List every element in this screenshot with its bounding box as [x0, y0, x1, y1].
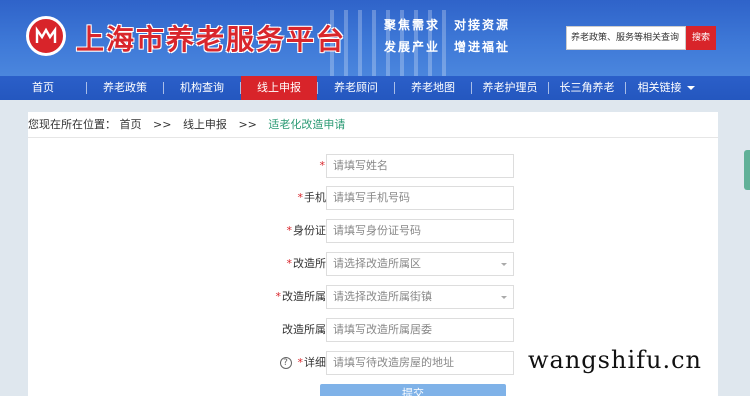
- site-title[interactable]: 上海市养老服务平台: [76, 18, 346, 58]
- name-input[interactable]: 请填写姓名: [326, 154, 514, 178]
- nav-item-policy[interactable]: 养老政策: [87, 76, 163, 100]
- street-select[interactable]: 请选择改造所属街镇: [326, 285, 514, 309]
- site-logo[interactable]: [26, 16, 66, 56]
- required-mark: *: [286, 224, 293, 237]
- nav-item-institutions[interactable]: 机构查询: [164, 76, 240, 100]
- breadcrumb-separator: >>: [238, 118, 257, 131]
- form-row-street: *改造所属街镇 请选择改造所属街镇: [28, 285, 718, 309]
- district-select[interactable]: 请选择改造所属区: [326, 252, 514, 276]
- breadcrumb-prefix: 您现在所在位置：: [28, 118, 116, 131]
- form-row-committee: 改造所属居委 请填写改造所属居委: [28, 318, 718, 342]
- main-nav: 首页 养老政策 机构查询 线上申报 养老顾问 养老地图 养老护理员 长三角养老 …: [0, 76, 750, 100]
- submit-button[interactable]: 提交: [320, 384, 506, 396]
- slogan-line-2: 发展产业 增进福祉: [384, 40, 511, 54]
- required-mark: *: [275, 290, 282, 303]
- required-mark: *: [297, 356, 304, 369]
- street-select-value: 请选择改造所属街镇: [333, 290, 432, 303]
- nav-item-advisor[interactable]: 养老顾问: [318, 76, 394, 100]
- nav-item-yangtze-delta[interactable]: 长三角养老: [549, 76, 625, 100]
- nav-item-related-links[interactable]: 相关链接: [626, 76, 706, 100]
- committee-input[interactable]: 请填写改造所属居委: [326, 318, 514, 342]
- logo-emblem-icon: [35, 26, 57, 43]
- address-input[interactable]: 请填写待改造房屋的地址: [326, 351, 514, 375]
- breadcrumb: 您现在所在位置： 首页 >> 线上申报 >> 适老化改造申请: [28, 112, 718, 138]
- district-select-value: 请选择改造所属区: [333, 257, 421, 270]
- required-mark: *: [319, 159, 326, 172]
- site-search: 养老政策、服务等相关查询 搜索: [566, 26, 716, 50]
- nav-item-home[interactable]: 首页: [0, 76, 86, 100]
- required-mark: *: [297, 191, 304, 204]
- form-row-name: *姓名 请填写姓名: [28, 154, 718, 178]
- breadcrumb-current: 适老化改造申请: [268, 118, 346, 131]
- slogan-line-1: 聚焦需求 对接资源: [384, 18, 511, 32]
- site-slogan: 聚焦需求 对接资源 发展产业 增进福祉: [384, 14, 524, 58]
- caret-down-icon: [686, 86, 695, 90]
- search-input[interactable]: 养老政策、服务等相关查询: [566, 26, 686, 50]
- phone-input[interactable]: 请填写手机号码: [326, 186, 514, 210]
- nav-related-links-label: 相关链接: [637, 81, 682, 94]
- breadcrumb-level1[interactable]: 线上申报: [183, 118, 227, 131]
- dropdown-arrow-icon: [501, 263, 507, 266]
- side-decoration: [744, 150, 750, 190]
- form-row-district: *改造所属区 请选择改造所属区: [28, 252, 718, 276]
- site-header: 上海市养老服务平台 聚焦需求 对接资源 发展产业 增进福祉 养老政策、服务等相关…: [0, 0, 750, 76]
- form-row-phone: *手机号码 请填写手机号码: [28, 186, 718, 210]
- search-button[interactable]: 搜索: [686, 26, 716, 50]
- id-number-input[interactable]: 请填写身份证号码: [326, 219, 514, 243]
- required-mark: *: [286, 257, 293, 270]
- breadcrumb-home[interactable]: 首页: [120, 118, 142, 131]
- nav-item-map[interactable]: 养老地图: [395, 76, 471, 100]
- nav-item-caregiver[interactable]: 养老护理员: [472, 76, 548, 100]
- help-icon[interactable]: ?: [279, 357, 292, 369]
- form-row-id-number: *身份证号码 请填写身份证号码: [28, 219, 718, 243]
- nav-item-online-apply[interactable]: 线上申报: [241, 76, 317, 100]
- breadcrumb-separator: >>: [153, 118, 172, 131]
- watermark-text: wangshifu.cn: [528, 346, 702, 374]
- dropdown-arrow-icon: [501, 296, 507, 299]
